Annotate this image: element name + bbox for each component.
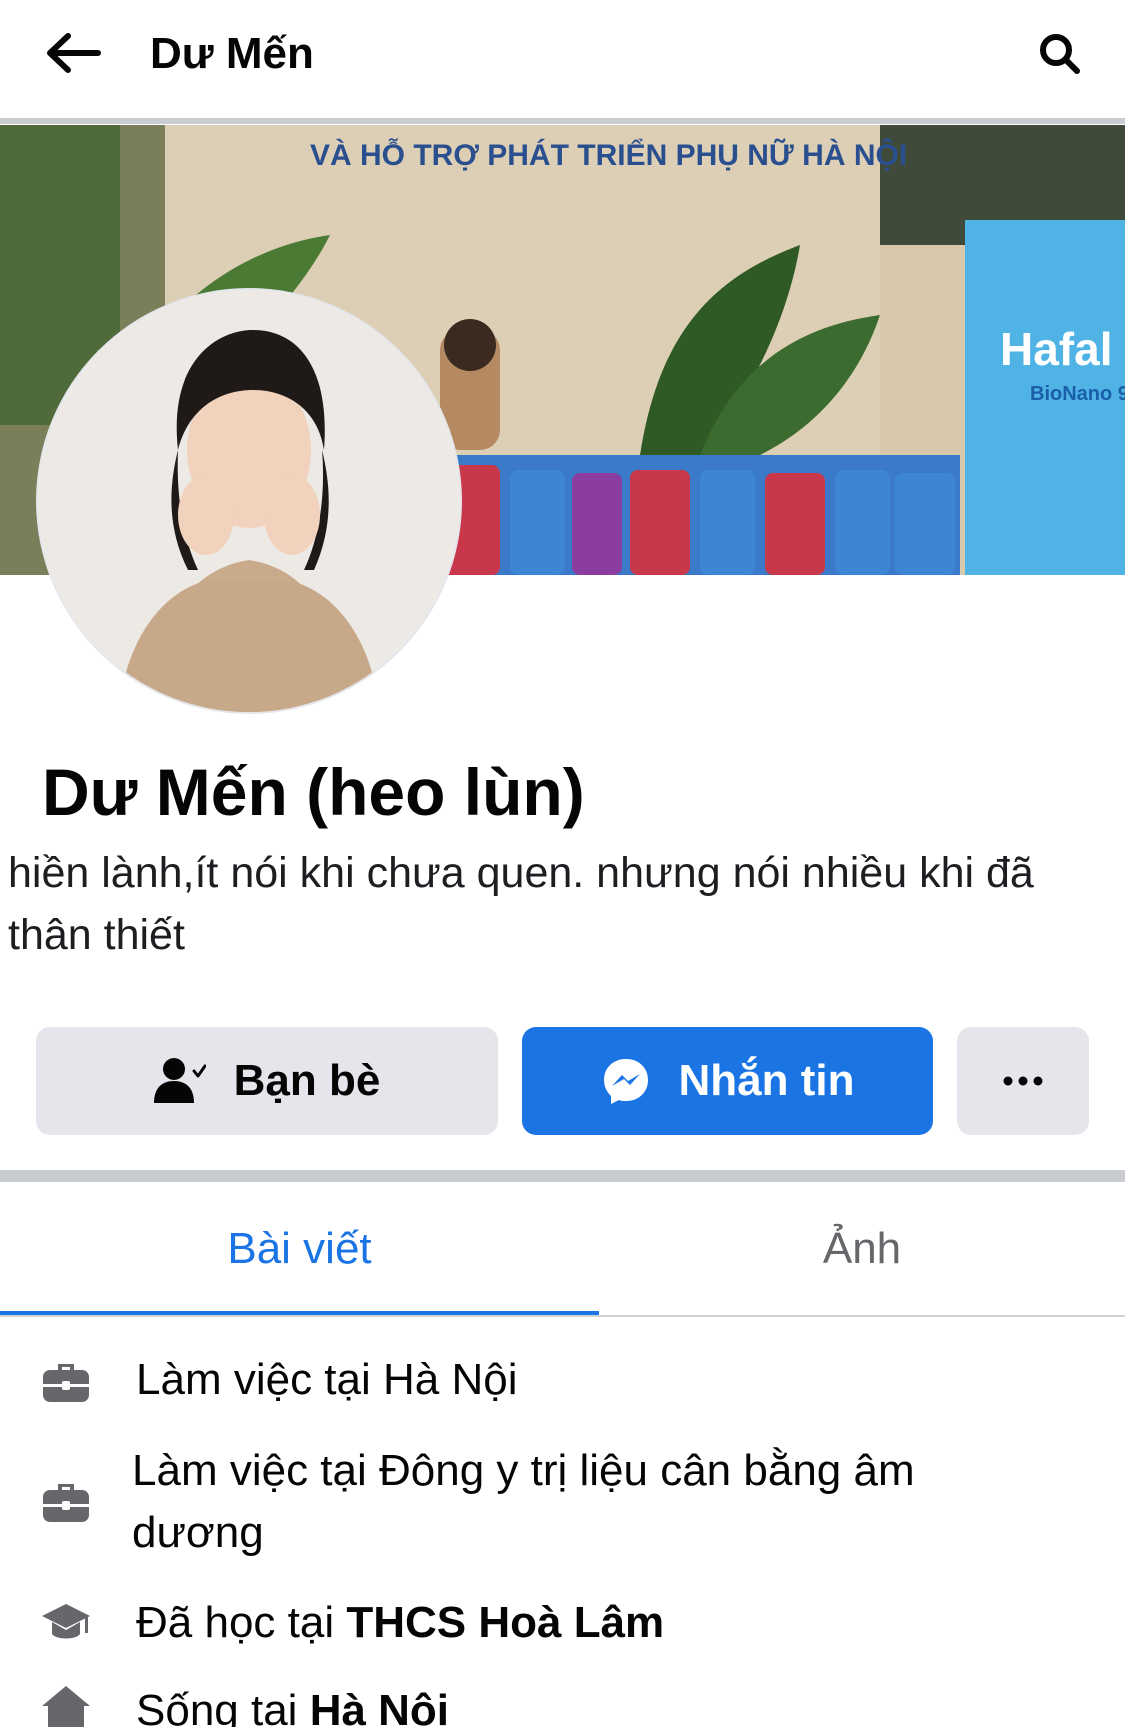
about-text: Sống tại Hà Nội — [136, 1680, 1036, 1727]
tabs-divider — [0, 1315, 1125, 1317]
back-button[interactable] — [38, 22, 108, 84]
friends-button-label: Bạn bè — [233, 1056, 381, 1105]
message-button-label: Nhắn tin — [678, 1056, 855, 1105]
message-button[interactable]: Nhắn tin — [522, 1027, 933, 1135]
briefcase-icon — [43, 1484, 89, 1522]
graduation-cap-icon — [42, 1604, 90, 1639]
profile-avatar[interactable] — [38, 290, 460, 712]
about-text-prefix: Làm việc tại Hà Nội — [136, 1355, 518, 1404]
friend-check-icon — [153, 1058, 206, 1103]
profile-bio: hiền lành,ít nói khi chưa quen. nhưng nó… — [8, 849, 1034, 959]
more-dots-icon — [1003, 1076, 1043, 1086]
tab-photos[interactable]: Ảnh — [599, 1183, 1125, 1315]
cover-product-subtext: BioNano 9 — [1030, 383, 1125, 405]
about-item-location: Sống tại Hà Nội — [0, 1670, 1125, 1727]
search-button[interactable] — [1030, 24, 1090, 84]
top-app-bar: Dư Mến — [0, 0, 1125, 110]
cover-banner-text: VÀ HỖ TRỢ PHÁT TRIỂN PHỤ NỮ HÀ NỘI — [310, 138, 907, 172]
about-text: Đã học tại THCS Hoà Lâm — [136, 1592, 1036, 1654]
messenger-icon — [603, 1059, 648, 1104]
about-item-work: Làm việc tại Đông y trị liệu cân bằng âm… — [0, 1430, 1125, 1570]
friends-button[interactable]: Bạn bè — [36, 1027, 498, 1135]
about-text-prefix: Đã học tại — [136, 1598, 347, 1647]
about-school-link[interactable]: THCS Hoà Lâm — [346, 1598, 664, 1647]
search-icon — [1040, 34, 1080, 74]
home-icon — [42, 1686, 90, 1727]
section-divider — [0, 1170, 1125, 1182]
briefcase-icon — [43, 1364, 89, 1402]
about-text-prefix: Làm việc tại Đông y trị liệu cân bằng âm… — [132, 1446, 915, 1557]
more-options-button[interactable] — [957, 1027, 1089, 1135]
about-text: Làm việc tại Đông y trị liệu cân bằng âm… — [132, 1440, 1012, 1564]
tab-posts[interactable]: Bài viết — [0, 1183, 599, 1315]
profile-name: Dư Mến (heo lùn) — [42, 755, 585, 829]
header-divider — [0, 118, 1125, 124]
about-text: Làm việc tại Hà Nội — [136, 1349, 1036, 1411]
about-text-prefix: Sống tại — [136, 1686, 310, 1727]
about-item-education: Đã học tại THCS Hoà Lâm — [0, 1580, 1125, 1670]
header-title: Dư Mến — [150, 29, 314, 78]
arrow-left-icon — [47, 33, 101, 73]
about-item-work: Làm việc tại Hà Nội — [0, 1330, 1125, 1430]
cover-product-text: Hafal — [1000, 323, 1112, 375]
about-city-link[interactable]: Hà Nội — [310, 1686, 449, 1727]
